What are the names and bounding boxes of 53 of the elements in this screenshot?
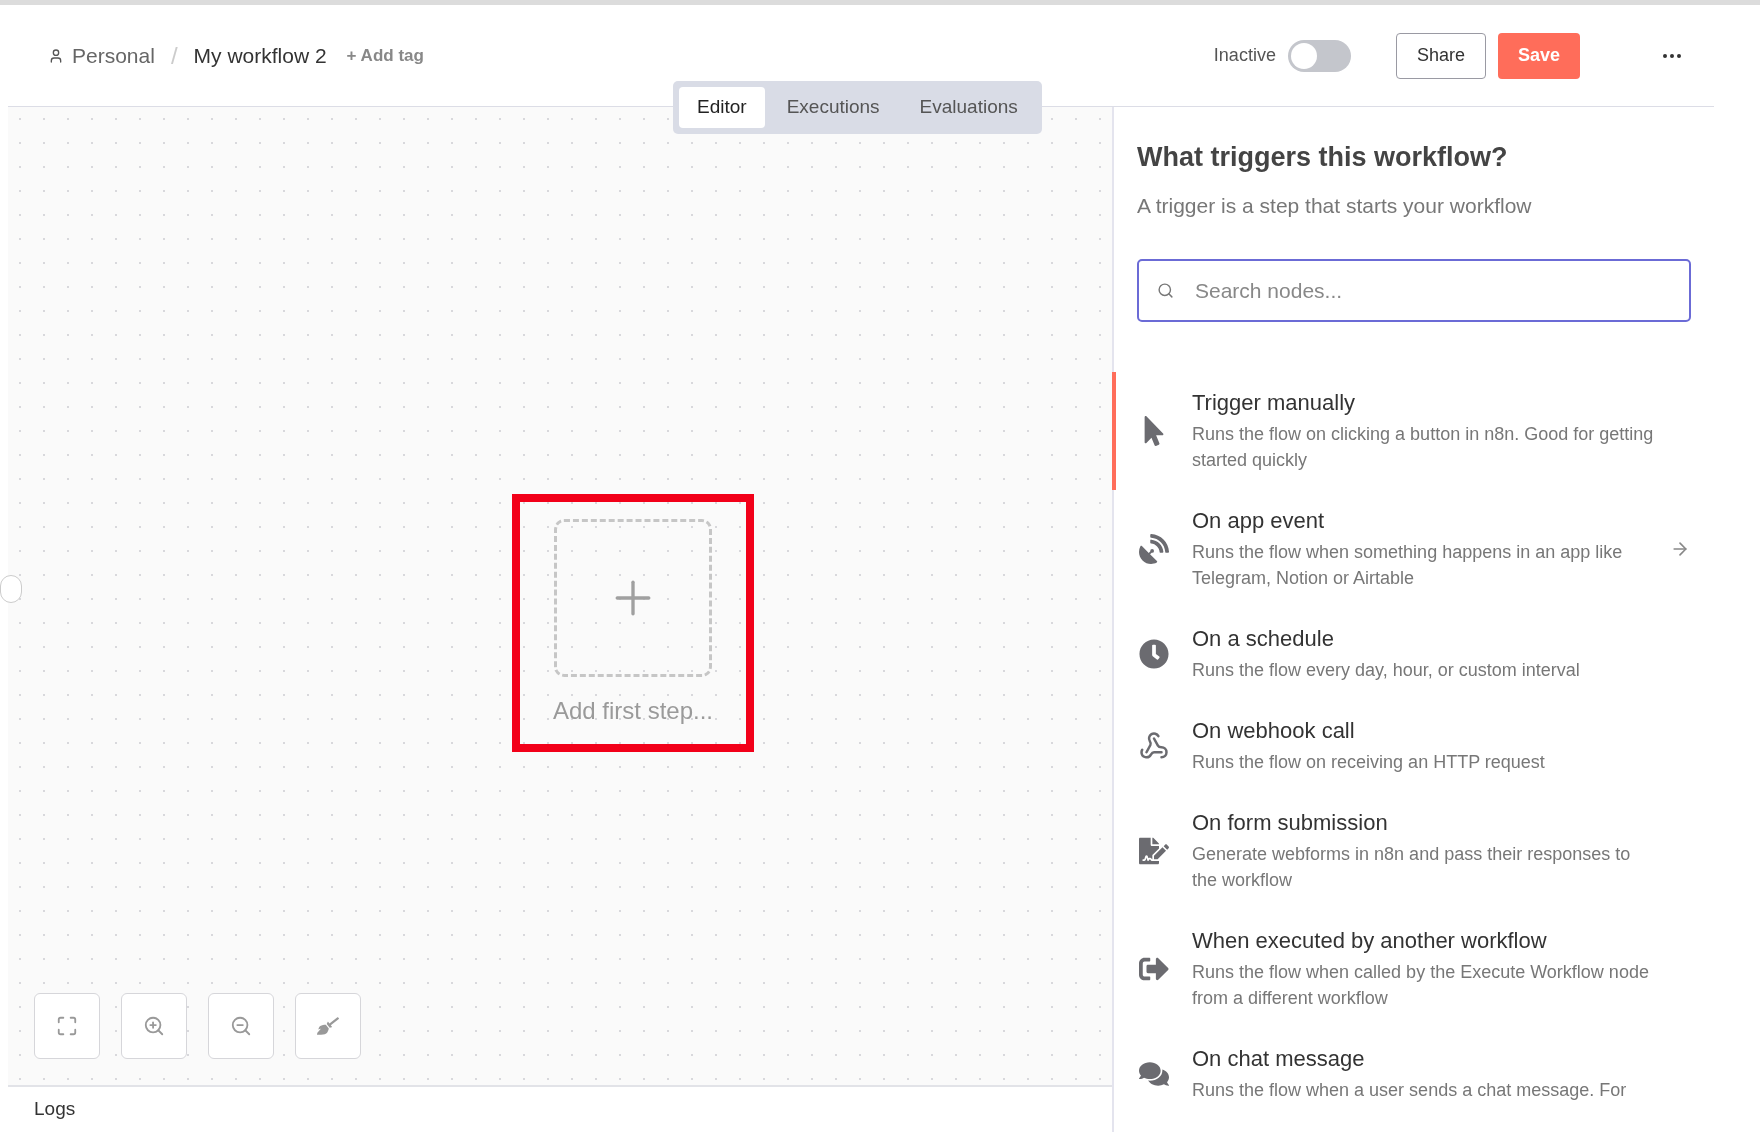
share-button[interactable]: Share (1395, 32, 1486, 79)
breadcrumb-separator: / (170, 40, 178, 71)
trigger-description: Generate webforms in n8n and pass their responses to the workflow (1192, 843, 1632, 892)
fit-view-icon (56, 1015, 78, 1037)
broom-icon (317, 1015, 339, 1037)
trigger-title: On chat message (1192, 1045, 1366, 1072)
trigger-description: Runs the flow when called by the Execute Workflow node from a different workflow (1192, 961, 1650, 1010)
canvas-control-button[interactable] (208, 993, 274, 1059)
trigger-description: Runs the flow on receiving an HTTP request (1192, 751, 1546, 774)
zoom-out-icon (230, 1015, 252, 1037)
panel-subtitle: A trigger is a step that starts your workflow (1137, 192, 1533, 219)
trigger-title: On webhook call (1192, 717, 1356, 744)
trigger-item[interactable]: On chat message Runs the flow when a user sends a chat message. For (1112, 1028, 1714, 1120)
add-first-step-label: Add first step... (552, 696, 714, 726)
trigger-item[interactable]: On webhook call Runs the flow on receiving an HTTP request (1112, 700, 1714, 792)
trigger-description: Runs the flow every day, hour, or custom interval (1192, 659, 1581, 682)
webhook-icon (1139, 731, 1169, 761)
view-tab[interactable]: Editor (679, 87, 765, 128)
canvas-control-button[interactable] (34, 993, 100, 1059)
trigger-description: Runs the flow when a user sends a chat message. For (1192, 1079, 1628, 1102)
canvas-control-button[interactable] (121, 993, 187, 1059)
logs-label: Logs (34, 1097, 76, 1122)
trigger-description: Runs the flow on clicking a button in n8n. Good for getting started quickly (1192, 423, 1655, 472)
panel-title: What triggers this workflow? (1137, 141, 1509, 174)
zoom-in-icon (143, 1015, 165, 1037)
trigger-item[interactable]: Trigger manually Runs the flow on clicking a button in n8n. Good for getting started quickly (1112, 372, 1714, 490)
add-step-node[interactable] (554, 519, 712, 677)
trigger-item[interactable]: On a schedule Runs the flow every day, hour, or custom interval (1112, 608, 1714, 700)
user-icon (48, 47, 64, 64)
trigger-title: On form submission (1192, 809, 1389, 836)
trigger-description: Runs the flow when something happens in an app like Telegram, Notion or Airtable (1192, 541, 1624, 590)
workflow-name[interactable]: My workflow 2 (193, 39, 327, 72)
trigger-item[interactable]: When executed by another workflow Runs the flow when called by the Execute Workflow node from a different workflow (1112, 910, 1714, 1028)
trigger-title: Trigger manually (1192, 389, 1357, 416)
chat-bubbles-icon (1139, 1059, 1169, 1089)
status-label: Inactive (1213, 44, 1276, 67)
search-icon (1157, 282, 1174, 299)
connection-handle[interactable] (0, 575, 22, 603)
form-pen-icon (1139, 836, 1169, 866)
trigger-item[interactable]: On form submission Generate webforms in n8n and pass their responses to the workflow (1112, 792, 1714, 910)
trigger-item[interactable]: On app event Runs the flow when something happens in an app like Telegram, Notion or Airtable (1112, 490, 1714, 608)
project-link[interactable]: Personal (72, 39, 155, 72)
add-tag-button[interactable]: + Add tag (346, 42, 424, 69)
view-tab[interactable]: Executions (768, 87, 898, 128)
trigger-title: When executed by another workflow (1192, 927, 1548, 954)
canvas-control-button[interactable] (295, 993, 361, 1059)
trigger-title: On a schedule (1192, 625, 1335, 652)
trigger-title: On app event (1192, 507, 1326, 534)
active-toggle[interactable] (1287, 39, 1351, 72)
clock-icon (1139, 639, 1169, 669)
view-tab[interactable]: Evaluations (901, 87, 1036, 128)
search-field[interactable]: Search nodes... (1137, 259, 1691, 322)
satellite-dish-icon (1139, 534, 1169, 564)
